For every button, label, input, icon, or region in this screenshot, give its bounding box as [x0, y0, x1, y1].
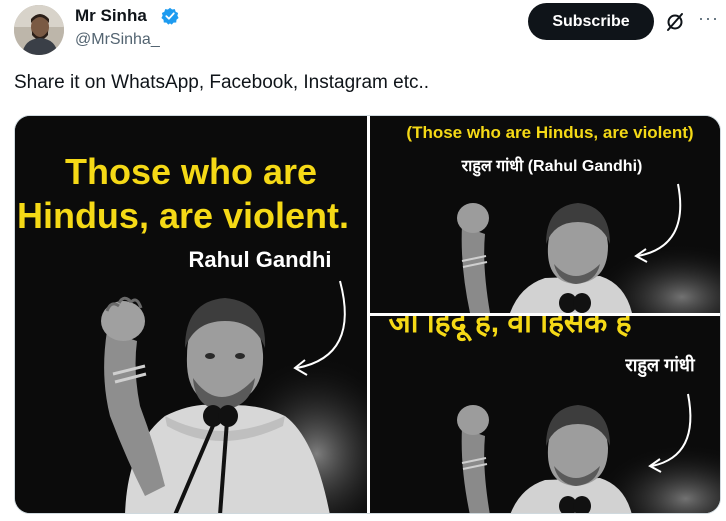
panel1-quote-line1: Those who are [65, 151, 317, 192]
post-text: Share it on WhatsApp, Facebook, Instagra… [14, 72, 430, 93]
verified-badge-icon[interactable] [161, 7, 179, 25]
panel2-quote: (Those who are Hindus, are violent) [406, 123, 693, 142]
panel3-quote: जो हिंदू है, वो हिंसक है [388, 316, 633, 342]
image-2-artwork: (Those who are Hindus, are violent) राहु… [370, 116, 720, 313]
avatar[interactable] [14, 5, 64, 55]
panel3-attribution: राहुल गांधी [624, 354, 696, 378]
media-grid: Those who are Hindus, are violent. Rahul… [14, 115, 721, 514]
panel2-attribution: राहुल गांधी (Rahul Gandhi) [461, 156, 643, 177]
more-icon: ··· [698, 8, 719, 28]
subscribe-button[interactable]: Subscribe [528, 3, 654, 40]
media-image-1[interactable]: Those who are Hindus, are violent. Rahul… [15, 116, 367, 513]
more-options-button[interactable]: ··· [698, 6, 720, 32]
display-name[interactable]: Mr Sinha [75, 6, 147, 26]
media-image-2[interactable]: (Those who are Hindus, are violent) राहु… [370, 116, 720, 313]
image-3-artwork: जो हिंदू है, वो हिंसक है राहुल गांधी [370, 316, 720, 513]
grok-icon[interactable] [665, 12, 685, 32]
media-image-3[interactable]: जो हिंदू है, वो हिंसक है राहुल गांधी [370, 316, 720, 513]
image-1-artwork: Those who are Hindus, are violent. Rahul… [15, 116, 367, 513]
panel1-attribution: Rahul Gandhi [189, 247, 332, 272]
avatar-image [14, 5, 64, 55]
panel1-quote-line2: Hindus, are violent. [17, 195, 349, 236]
user-handle[interactable]: @MrSinha_ [75, 31, 160, 49]
